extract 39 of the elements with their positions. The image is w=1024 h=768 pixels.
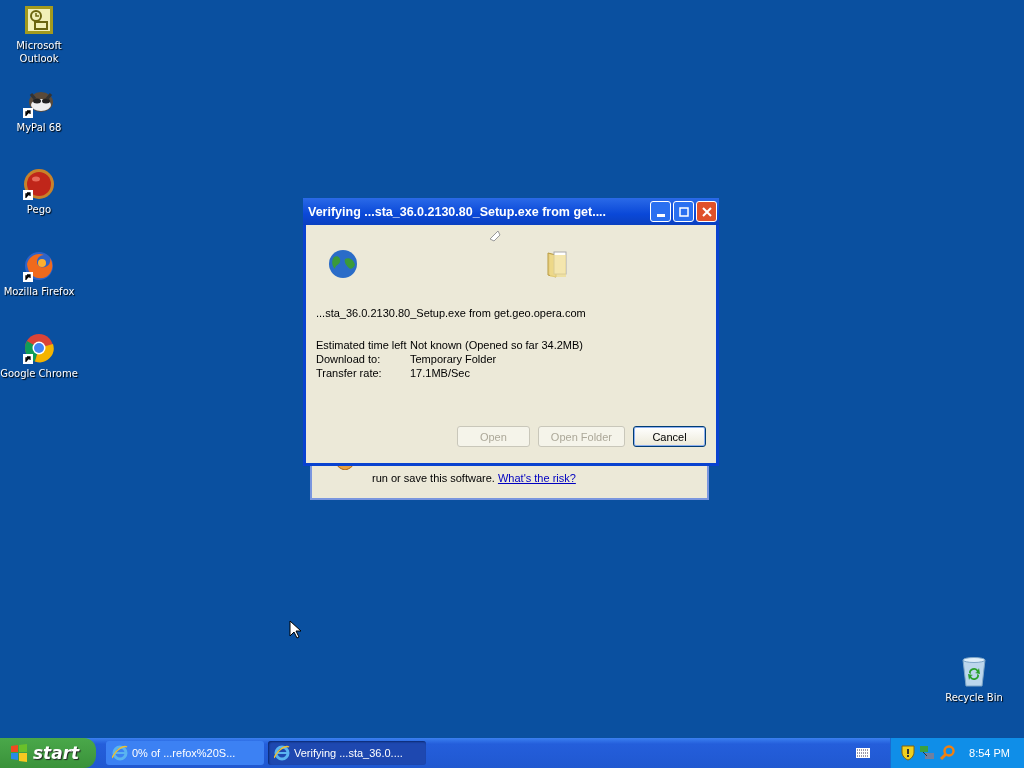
paper-icon xyxy=(488,229,502,243)
browser-icon xyxy=(112,745,128,761)
detail-label: Download to: xyxy=(316,353,382,365)
chrome-icon[interactable] xyxy=(23,332,55,364)
minimize-button[interactable] xyxy=(650,201,671,222)
windows-flag-icon xyxy=(10,744,28,762)
taskbar-button[interactable]: 0% of ...refox%20S... xyxy=(106,741,264,765)
close-icon xyxy=(701,206,712,217)
maximize-button[interactable] xyxy=(673,201,694,222)
browser-icon xyxy=(274,745,290,761)
firefox-icon[interactable] xyxy=(23,250,55,282)
maximize-icon xyxy=(678,206,689,217)
detail-label: Estimated time left xyxy=(316,339,408,351)
taskbar-button[interactable]: Verifying ...sta_36.0.... xyxy=(268,741,426,765)
detail-value: 17.1MB/Sec xyxy=(410,367,471,379)
file-name-text: ...sta_36.0.2130.80_Setup.exe from get.geo.opera.com xyxy=(316,307,587,319)
warning-text: run or save this software. What's the risk? xyxy=(372,472,576,484)
desktop-icon-label[interactable]: Microsoft Outlook xyxy=(0,39,78,65)
outlook-icon[interactable] xyxy=(23,4,55,36)
desktop-icon-label[interactable]: MyPal 68 xyxy=(16,121,62,134)
risk-link[interactable]: What's the risk? xyxy=(497,472,576,484)
clock: 8:54 PM xyxy=(969,747,1010,759)
desktop-icon-label[interactable]: Pego xyxy=(26,203,52,216)
desktop-icon-label[interactable]: Recycle Bin xyxy=(945,691,1003,704)
mouse-pointer-icon xyxy=(289,620,301,639)
desktop-icon-label[interactable]: Google Chrome xyxy=(0,367,78,380)
detail-value: Not known (Opened so far 34.2MB) xyxy=(410,339,585,351)
globe-icon xyxy=(328,249,358,279)
keyboard-icon[interactable] xyxy=(856,748,871,758)
minimize-icon xyxy=(656,214,665,217)
detail-value: Temporary Folder xyxy=(410,353,498,365)
ball-icon[interactable] xyxy=(23,168,55,200)
dialog-button[interactable]: Cancel xyxy=(633,426,706,447)
close-button[interactable] xyxy=(696,201,717,222)
shield-icon[interactable] xyxy=(901,745,916,761)
detail-label: Transfer rate: xyxy=(316,367,383,379)
window-title: Verifying ...sta_36.0.2130.80_Setup.exe from get.... xyxy=(308,204,608,219)
folder-icon xyxy=(546,249,570,279)
desktop-icon-label[interactable]: Mozilla Firefox xyxy=(3,285,75,298)
